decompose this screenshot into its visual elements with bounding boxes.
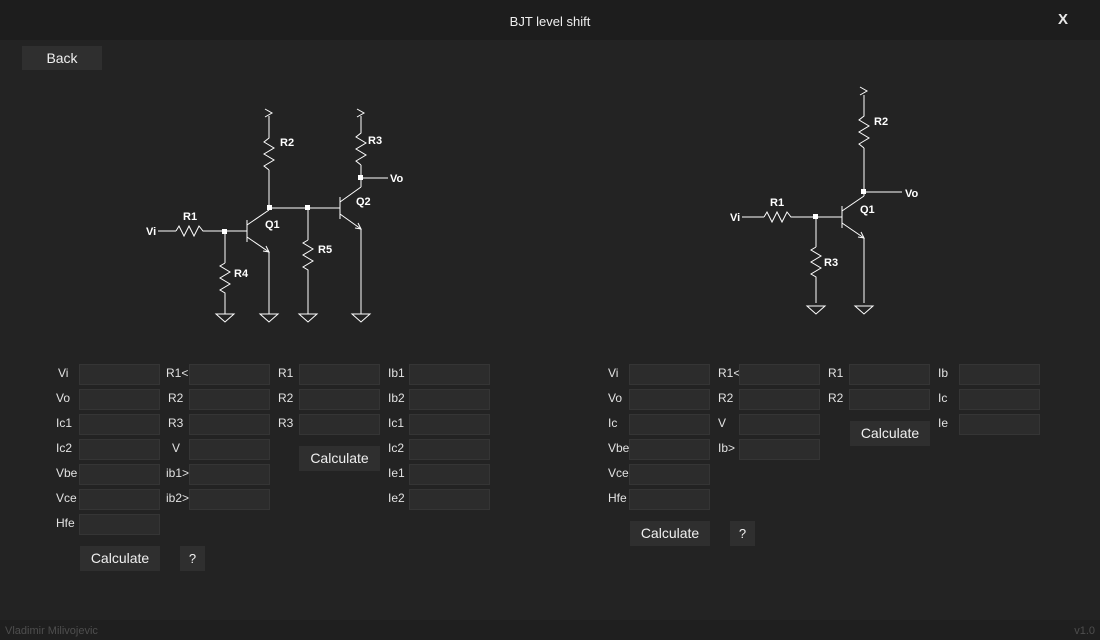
left-label: Ie2	[388, 491, 405, 505]
right-label: R2	[828, 391, 844, 405]
left-r2-result[interactable]	[299, 389, 380, 410]
left-vi-input[interactable]	[79, 364, 160, 385]
left-label: R2	[168, 391, 184, 405]
left-label: Ic2	[388, 441, 405, 455]
left-r4-label: R4	[234, 268, 249, 280]
left-vi-label: Vi	[146, 226, 156, 238]
right-vo-label: Vo	[905, 188, 919, 200]
left-label: Vi	[58, 366, 69, 380]
left-label: Ic2	[56, 441, 73, 455]
right-vce-input[interactable]	[629, 464, 710, 485]
left-ib2min-input[interactable]	[189, 489, 270, 510]
right-label: Ib	[938, 366, 949, 380]
left-v-input[interactable]	[189, 439, 270, 460]
right-label: Ic	[938, 391, 948, 405]
right-vbe-input[interactable]	[629, 439, 710, 460]
right-calculate-button[interactable]: Calculate	[630, 521, 710, 546]
left-label: Hfe	[56, 516, 75, 530]
left-r2-label: R2	[280, 137, 294, 149]
left-label: ib2>	[166, 491, 190, 505]
left-label: R2	[278, 391, 294, 405]
right-r1max-input[interactable]	[739, 364, 820, 385]
left-help-button[interactable]: ?	[180, 546, 205, 571]
right-r2-input[interactable]	[739, 389, 820, 410]
right-label: Ib>	[718, 441, 736, 455]
left-ib1-result[interactable]	[409, 364, 490, 385]
left-r1max-input[interactable]	[189, 364, 270, 385]
left-label: V	[172, 441, 181, 455]
left-vo-input[interactable]	[79, 389, 160, 410]
left-calculate-resistors-button[interactable]: Calculate	[299, 446, 380, 471]
right-v-input[interactable]	[739, 414, 820, 435]
left-calculate-button[interactable]: Calculate	[80, 546, 160, 571]
version-label: v1.0	[1074, 625, 1095, 637]
left-ic1-result[interactable]	[409, 414, 490, 435]
right-label: R1<	[718, 366, 741, 380]
left-ie2-result[interactable]	[409, 489, 490, 510]
right-label: Vi	[608, 366, 619, 380]
left-hfe-input[interactable]	[79, 514, 160, 535]
right-vi-input[interactable]	[629, 364, 710, 385]
left-ie1-result[interactable]	[409, 464, 490, 485]
left-label: Vce	[56, 491, 77, 505]
left-vbe-input[interactable]	[79, 464, 160, 485]
left-q2-label: Q2	[356, 196, 371, 208]
left-r3-input[interactable]	[189, 414, 270, 435]
right-vi-label: Vi	[730, 212, 740, 224]
right-label: Ic	[608, 416, 618, 430]
left-label: Ic1	[388, 416, 405, 430]
left-label: R3	[168, 416, 184, 430]
left-r1-label: R1	[183, 211, 197, 223]
left-label: Ie1	[388, 466, 405, 480]
left-r2-input[interactable]	[189, 389, 270, 410]
right-label: R2	[718, 391, 734, 405]
left-label: Vo	[56, 391, 71, 405]
right-r1-result[interactable]	[849, 364, 930, 385]
right-q1-label: Q1	[860, 204, 875, 216]
right-hfe-input[interactable]	[629, 489, 710, 510]
left-vce-input[interactable]	[79, 489, 160, 510]
right-calculate-resistors-button[interactable]: Calculate	[850, 421, 930, 446]
right-label: Ie	[938, 416, 949, 430]
right-label: Vo	[608, 391, 623, 405]
left-ib1min-input[interactable]	[189, 464, 270, 485]
left-r3-label: R3	[368, 135, 382, 147]
right-label: V	[718, 416, 727, 430]
right-r1-label: R1	[770, 197, 784, 209]
left-label: R1	[278, 366, 294, 380]
right-ibmin-input[interactable]	[739, 439, 820, 460]
right-label: Vbe	[608, 441, 630, 455]
left-ib2-result[interactable]	[409, 389, 490, 410]
author-credit: Vladimir Milivojevic	[5, 625, 98, 637]
left-r5-label: R5	[318, 244, 332, 256]
right-vo-input[interactable]	[629, 389, 710, 410]
left-label: R1<	[166, 366, 189, 380]
left-vo-label: Vo	[390, 173, 404, 185]
left-label: ib1>	[166, 466, 190, 480]
left-r1-result[interactable]	[299, 364, 380, 385]
left-label: R3	[278, 416, 294, 430]
right-label: R1	[828, 366, 844, 380]
left-label: Ib1	[388, 366, 405, 380]
left-ic1-input[interactable]	[79, 414, 160, 435]
right-ie-result[interactable]	[959, 414, 1040, 435]
right-label: Hfe	[608, 491, 627, 505]
right-label: Vce	[608, 466, 629, 480]
right-r2-label: R2	[874, 116, 888, 128]
right-r3-label: R3	[824, 257, 838, 269]
right-help-button[interactable]: ?	[730, 521, 755, 546]
right-ic-input[interactable]	[629, 414, 710, 435]
schematics: Vi R1 R2 R3 R4 R5 Q1 Q2 Vo Vi R1 R2 R3 Q…	[146, 86, 919, 323]
left-q1-label: Q1	[265, 219, 280, 231]
right-ic-result[interactable]	[959, 389, 1040, 410]
left-ic2-result[interactable]	[409, 439, 490, 460]
left-label: Ic1	[56, 416, 73, 430]
right-ib-result[interactable]	[959, 364, 1040, 385]
status-footer: Vladimir Milivojevic v1.0	[0, 620, 1100, 640]
left-r3-result[interactable]	[299, 414, 380, 435]
left-ic2-input[interactable]	[79, 439, 160, 460]
left-label: Ib2	[388, 391, 405, 405]
right-r2-result[interactable]	[849, 389, 930, 410]
left-label: Vbe	[56, 466, 78, 480]
